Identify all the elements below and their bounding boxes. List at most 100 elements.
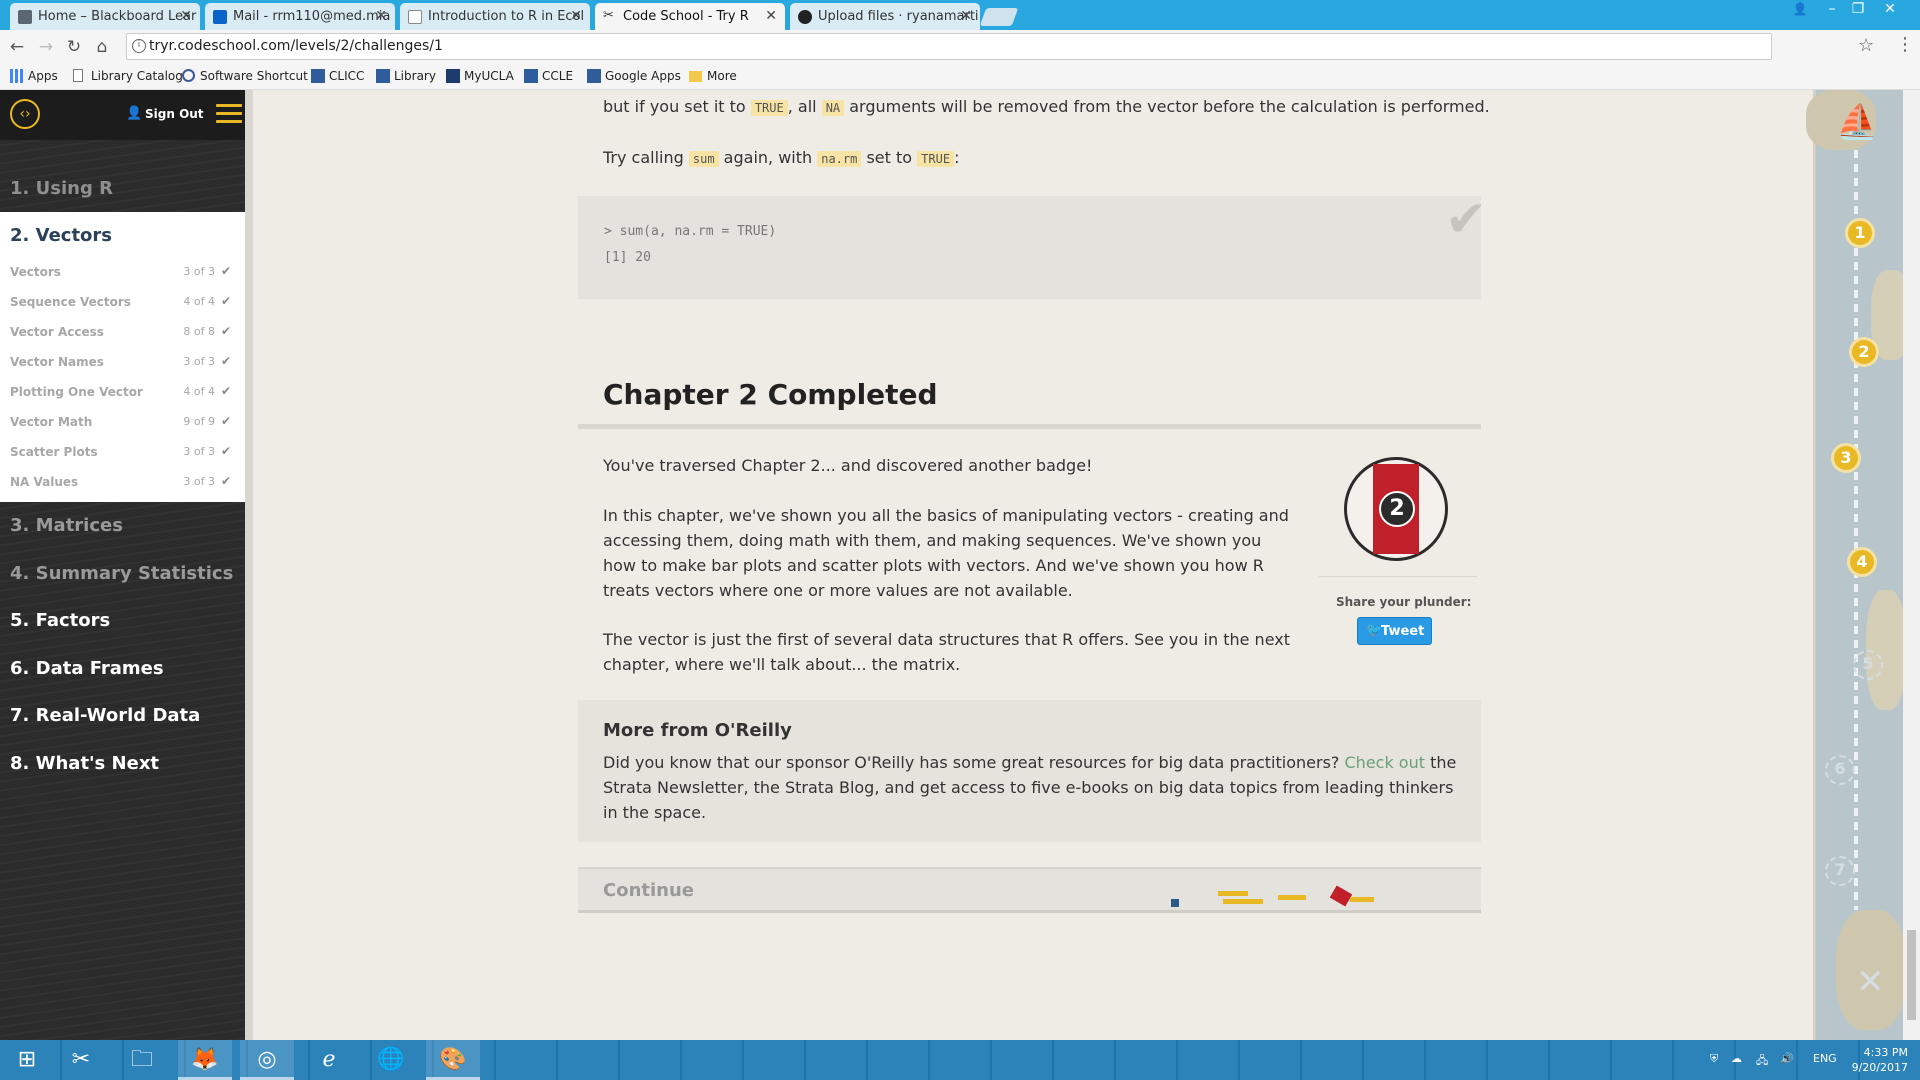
- twitter-bird-icon: 🐦: [1366, 623, 1383, 638]
- chapter-data-frames[interactable]: 6. Data Frames: [0, 646, 245, 694]
- lesson-item[interactable]: Vector Names 3 of 3 ✔: [10, 354, 235, 369]
- firefox-icon[interactable]: 🦊: [178, 1040, 232, 1080]
- file-explorer-icon[interactable]: 🗀: [115, 1040, 169, 1080]
- browser-menu-icon[interactable]: ⋮: [1896, 34, 1914, 55]
- browser-tab-codeschool[interactable]: ✂ Code School - Try R ✕: [595, 3, 785, 30]
- tweet-button[interactable]: 🐦 Tweet: [1357, 617, 1432, 645]
- bookmark-star-icon[interactable]: ☆: [1858, 35, 1874, 56]
- bookmark-myucla[interactable]: MyUCLA: [446, 69, 514, 83]
- map-marker-7[interactable]: 7: [1825, 856, 1855, 886]
- home-icon[interactable]: ⌂: [92, 37, 112, 57]
- system-clock[interactable]: 4:33 PM 9/20/2017: [1850, 1045, 1908, 1075]
- onedrive-icon[interactable]: ☁: [1731, 1052, 1742, 1065]
- apps-grid-icon: [10, 69, 24, 83]
- globe-app-icon[interactable]: 🌐: [364, 1040, 418, 1080]
- lesson-item[interactable]: NA Values 3 of 3 ✔: [10, 474, 235, 489]
- sign-out-link[interactable]: 👤 Sign Out: [126, 106, 204, 121]
- browser-tab-blackboard[interactable]: Home – Blackboard Lear ✕: [10, 3, 200, 30]
- back-arrow-icon[interactable]: ←: [7, 37, 27, 57]
- clock-time: 4:33 PM: [1863, 1046, 1908, 1059]
- oreilly-promo: More from O'Reilly Did you know that our…: [578, 700, 1481, 842]
- network-icon[interactable]: 🖧: [1756, 1052, 1768, 1071]
- lesson-item[interactable]: Plotting One Vector 4 of 4 ✔: [10, 384, 235, 399]
- bookmark-more[interactable]: More: [689, 69, 737, 83]
- sidebar-header: ‹› 👤 Sign Out: [0, 90, 253, 140]
- minimize-button[interactable]: –: [1818, 0, 1846, 30]
- close-icon[interactable]: ✕: [960, 8, 972, 24]
- restore-button[interactable]: ❐: [1844, 0, 1872, 30]
- forward-arrow-icon[interactable]: →: [36, 37, 56, 57]
- lesson-item[interactable]: Scatter Plots 3 of 3 ✔: [10, 444, 235, 459]
- browser-tab-intro-r[interactable]: Introduction to R in Ecol ✕: [400, 3, 590, 30]
- check-out-link[interactable]: Check out: [1345, 753, 1426, 772]
- close-icon[interactable]: ✕: [570, 8, 582, 24]
- close-icon[interactable]: ✕: [375, 8, 387, 24]
- lesson-item[interactable]: Vector Access 8 of 8 ✔: [10, 324, 235, 339]
- chapter-vectors-expanded: 2. Vectors Vectors 3 of 3 ✔ Sequence Vec…: [0, 212, 253, 502]
- page-scrollbar[interactable]: [1903, 90, 1920, 1040]
- r-console[interactable]: > sum(a, na.rm = TRUE) [1] 20 ✔: [578, 190, 1487, 299]
- map-marker-3[interactable]: 3: [1831, 443, 1861, 473]
- new-tab-button[interactable]: [979, 8, 1019, 26]
- chapter-using-r[interactable]: 1. Using R: [0, 166, 245, 214]
- user-profile-icon[interactable]: 👤: [1786, 0, 1814, 30]
- close-icon[interactable]: ✕: [765, 8, 777, 24]
- chapter-summary-statistics[interactable]: 4. Summary Statistics: [0, 551, 245, 599]
- internet-explorer-icon[interactable]: ℯ: [302, 1040, 356, 1080]
- chapter-matrices[interactable]: 3. Matrices: [0, 503, 245, 551]
- scrollbar-thumb[interactable]: [1907, 930, 1916, 1020]
- map-marker-1[interactable]: 1: [1845, 218, 1875, 248]
- hamburger-menu-icon[interactable]: [216, 104, 242, 124]
- continue-button[interactable]: Continue: [578, 867, 1481, 913]
- bookmark-software-shortcut[interactable]: Software Shortcut: [182, 69, 308, 83]
- browser-tab-github[interactable]: Upload files · ryanamarti ✕: [790, 3, 980, 30]
- tab-title: Home – Blackboard Lear: [38, 9, 197, 24]
- chapter-label: 7. Real-World Data: [10, 705, 201, 726]
- map-marker-5[interactable]: 5: [1853, 650, 1883, 680]
- check-icon: ✔: [220, 294, 231, 308]
- codeschool-logo-icon[interactable]: ‹›: [10, 99, 40, 129]
- bookmark-label: Library: [394, 69, 436, 83]
- next-chapter-teaser: The vector is just the first of several …: [603, 630, 1290, 674]
- chapter-real-world-data[interactable]: 7. Real-World Data: [0, 693, 245, 741]
- paint-icon[interactable]: 🎨: [426, 1040, 480, 1080]
- url-bar[interactable]: i tryr.codeschool.com/levels/2/challenge…: [126, 33, 1772, 60]
- sign-out-label: Sign Out: [145, 107, 204, 121]
- lesson-progress: 4 of 4: [183, 385, 215, 398]
- language-indicator[interactable]: ENG: [1813, 1052, 1837, 1065]
- lesson-item[interactable]: Vector Math 9 of 9 ✔: [10, 414, 235, 429]
- close-icon[interactable]: ✕: [180, 8, 192, 24]
- bookmark-library-catalog[interactable]: Library Catalog: [73, 69, 183, 83]
- snipping-tool-icon[interactable]: ✂: [54, 1040, 108, 1080]
- lock-icon: [182, 69, 195, 82]
- map-marker-4[interactable]: 4: [1847, 547, 1877, 577]
- bookmark-label: More: [707, 69, 737, 83]
- bookmark-apps[interactable]: Apps: [10, 69, 58, 83]
- chapter-vectors[interactable]: 2. Vectors: [10, 225, 112, 246]
- bookmark-ccle[interactable]: CCLE: [524, 69, 573, 83]
- bookmark-library[interactable]: Library: [376, 69, 436, 83]
- close-window-button[interactable]: ✕: [1876, 0, 1904, 30]
- progress-map: ⛵ 1 2 3 4 5 6 7 ✕: [1806, 90, 1911, 1040]
- chapter-whats-next[interactable]: 8. What's Next: [0, 741, 245, 789]
- bookmark-clicc[interactable]: CLICC: [311, 69, 364, 83]
- chapter-factors[interactable]: 5. Factors: [0, 598, 245, 646]
- reload-icon[interactable]: ↻: [64, 37, 84, 57]
- promo-text: Did you know that our sponsor O'Reilly h…: [603, 750, 1463, 825]
- chrome-icon[interactable]: ◎: [240, 1040, 294, 1080]
- lesson-item[interactable]: Sequence Vectors 4 of 4 ✔: [10, 294, 235, 309]
- bookmark-google-apps[interactable]: Google Apps: [587, 69, 681, 83]
- promo-title: More from O'Reilly: [603, 720, 792, 741]
- map-marker-2[interactable]: 2: [1849, 337, 1879, 367]
- lesson-progress: 8 of 8: [183, 325, 215, 338]
- lesson-item[interactable]: Vectors 3 of 3 ✔: [10, 264, 235, 279]
- security-icon[interactable]: ⛨: [1710, 1052, 1718, 1066]
- ucla-icon: [311, 69, 325, 83]
- browser-tab-mail[interactable]: Mail - rrm110@med.mia ✕: [205, 3, 395, 30]
- decoration: [1350, 897, 1374, 902]
- windows-start-icon[interactable]: ⊞: [0, 1040, 54, 1080]
- volume-icon[interactable]: 🔊: [1780, 1052, 1794, 1065]
- chapter-label: 4. Summary Statistics: [10, 563, 234, 584]
- map-marker-6[interactable]: 6: [1825, 755, 1855, 785]
- info-icon[interactable]: i: [132, 39, 146, 53]
